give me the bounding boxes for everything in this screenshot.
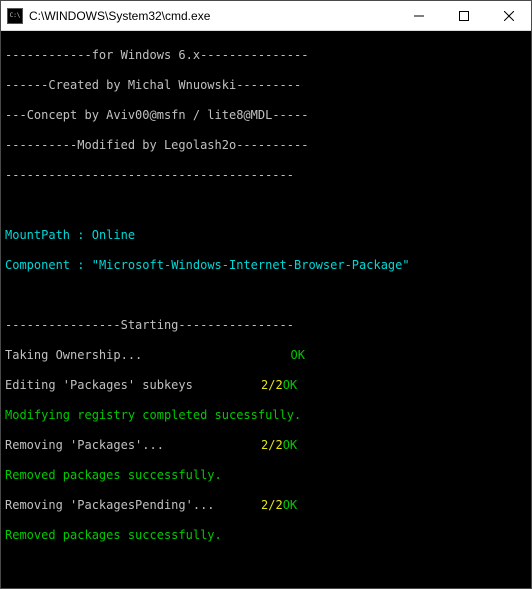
close-button[interactable] <box>486 1 531 30</box>
terminal-output[interactable]: ------------for Windows 6.x-------------… <box>1 31 531 588</box>
window-controls <box>396 1 531 30</box>
minimize-button[interactable] <box>396 1 441 30</box>
maximize-icon <box>459 11 469 21</box>
mountpath-label: MountPath <box>5 228 70 242</box>
mountpath-value: Online <box>92 228 135 242</box>
credit-concept-by: ---Concept by Aviv00@msfn / lite8@MDL---… <box>5 108 527 123</box>
step-remove-packages: Removing 'Packages'...2/2OK <box>5 438 527 453</box>
minimize-icon <box>414 11 424 21</box>
status-removed-1: Removed packages successfully. <box>5 468 527 483</box>
blank-line <box>5 288 527 303</box>
credit-for-windows: ------------for Windows 6.x-------------… <box>5 48 527 63</box>
component-label: Component <box>5 258 70 272</box>
step-ownership: Taking Ownership...OK <box>5 348 527 363</box>
step-remove-pending: Removing 'PackagesPending'...2/2OK <box>5 498 527 513</box>
component-row: Component : "Microsoft-Windows-Internet-… <box>5 258 527 273</box>
blank-line <box>5 198 527 213</box>
cmd-icon <box>7 8 23 24</box>
divider: ---------------------------------------- <box>5 168 527 183</box>
credit-modified-by: ----------Modified by Legolash2o--------… <box>5 138 527 153</box>
status-removed-2: Removed packages successfully. <box>5 528 527 543</box>
component-value: "Microsoft-Windows-Internet-Browser-Pack… <box>92 258 410 272</box>
section-starting: ----------------Starting---------------- <box>5 318 527 333</box>
titlebar[interactable]: C:\WINDOWS\System32\cmd.exe <box>1 1 531 31</box>
credit-created-by: ------Created by Michal Wnuowski--------… <box>5 78 527 93</box>
window-title: C:\WINDOWS\System32\cmd.exe <box>29 9 396 23</box>
close-icon <box>504 11 514 21</box>
mountpath-row: MountPath : Online <box>5 228 527 243</box>
maximize-button[interactable] <box>441 1 486 30</box>
cmd-window: C:\WINDOWS\System32\cmd.exe ------------… <box>0 0 532 589</box>
blank-line <box>5 558 527 573</box>
status-modify-registry: Modifying registry completed sucessfully… <box>5 408 527 423</box>
step-edit-subkeys: Editing 'Packages' subkeys2/2OK <box>5 378 527 393</box>
